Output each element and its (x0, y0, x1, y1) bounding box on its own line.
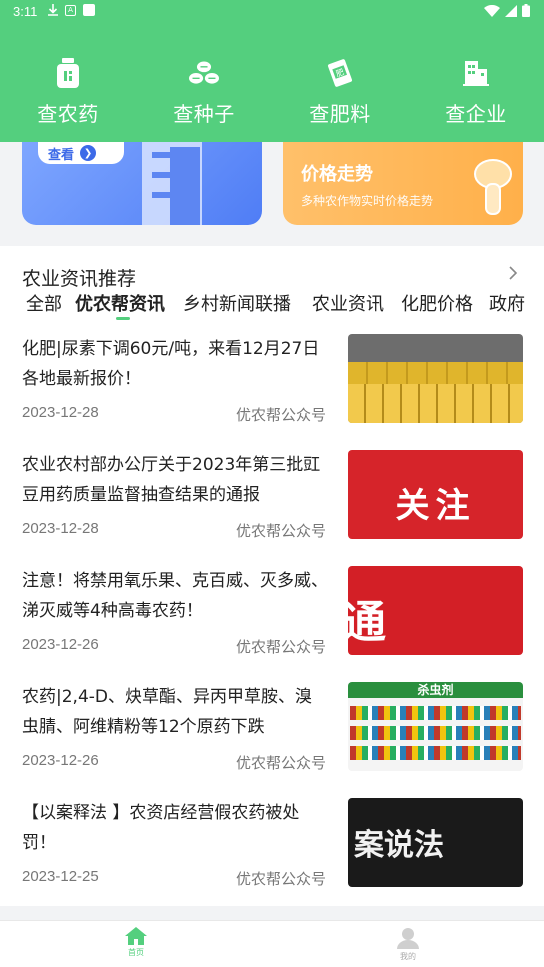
building-icon (461, 58, 491, 88)
thumbnail-text: 案说法 (354, 828, 444, 863)
keyboard-icon: A (65, 4, 76, 16)
news-date: 2023-12-26 (22, 752, 99, 769)
notification-icon (83, 4, 95, 16)
section-title: 农业资讯推荐 (22, 268, 137, 290)
bottom-nav-mine-label: 我的 (400, 952, 416, 961)
news-thumbnail: 案说法 (348, 798, 523, 887)
signal-icon (505, 4, 517, 17)
news-date: 2023-12-26 (22, 636, 99, 653)
banner-left[interactable]: 查看 ❯ (22, 142, 262, 225)
news-item[interactable]: 【以案释法 】农资店经营假农药被处罚！ 2023-12-25 优农帮公众号 案说… (0, 798, 544, 914)
download-icon (48, 4, 58, 16)
banner-area: 查看 ❯ 价格走势 多种农作物实时价格走势 (0, 142, 544, 240)
bottom-nav-mine[interactable]: 我的 (378, 927, 438, 962)
tab-agri-news[interactable]: 农业资讯 (312, 290, 384, 316)
home-icon (125, 927, 147, 945)
news-source: 优农帮公众号 (235, 406, 326, 424)
view-button[interactable]: 查看 ❯ (38, 142, 124, 164)
news-source: 优农帮公众号 (235, 638, 326, 656)
news-date: 2023-12-25 (22, 868, 99, 885)
tab-all[interactable]: 全部 (26, 290, 62, 316)
quick-nav: 查农药 查种子 肥 查肥料 查企业 (0, 58, 544, 128)
status-bar: 3:11 A (0, 0, 544, 24)
news-item[interactable]: 农药|2,4-D、炔草酯、异丙甲草胺、溴虫腈、阿维精粉等12个原药下跌 2023… (0, 682, 544, 798)
nav-label: 查企业 (445, 102, 507, 126)
news-thumbnail: 关注 (348, 450, 523, 539)
nav-label: 查肥料 (309, 102, 371, 126)
news-title: 注意！将禁用氧乐果、克百威、灭多威、涕灭威等4种高毒农药！ (22, 571, 328, 621)
banner-subtitle: 多种农作物实时价格走势 (301, 194, 434, 208)
fertilizer-bag-icon: 肥 (325, 58, 355, 88)
banner-price-trend[interactable]: 价格走势 多种农作物实时价格走势 (283, 142, 523, 225)
pesticide-bottle-icon (53, 58, 83, 88)
thumbnail-text: 通告 (348, 597, 442, 648)
news-source: 优农帮公众号 (235, 870, 326, 888)
news-item[interactable]: 注意！将禁用氧乐果、克百威、灭多威、涕灭威等4种高毒农药！ 2023-12-26… (0, 566, 544, 682)
banner-title: 价格走势 (301, 164, 373, 185)
news-panel: 农业资讯推荐 全部 优农帮资讯 乡村新闻联播 农业资讯 化肥价格 政府 化肥|尿… (0, 246, 544, 906)
news-tabs: 全部 优农帮资讯 乡村新闻联播 农业资讯 化肥价格 政府 (0, 290, 544, 320)
news-title: 农药|2,4-D、炔草酯、异丙甲草胺、溴虫腈、阿维精粉等12个原药下跌 (22, 687, 312, 737)
seeds-icon (189, 58, 219, 88)
news-source: 优农帮公众号 (235, 522, 326, 540)
nav-label: 查农药 (37, 102, 99, 126)
nav-label: 查种子 (173, 102, 235, 126)
news-date: 2023-12-28 (22, 520, 99, 537)
bottom-nav: 首页 我的 (0, 920, 544, 967)
tab-fertilizer-price[interactable]: 化肥价格 (401, 290, 473, 316)
news-thumbnail: 通告 (348, 566, 523, 655)
mushroom-icon (474, 159, 512, 215)
nav-company[interactable]: 查企业 (408, 58, 544, 128)
user-icon (397, 928, 419, 949)
tab-government[interactable]: 政府 (489, 290, 525, 316)
active-tab-indicator (116, 317, 130, 320)
nav-seeds[interactable]: 查种子 (136, 58, 272, 128)
news-date: 2023-12-28 (22, 404, 99, 421)
view-button-label: 查看 (48, 147, 75, 163)
chevron-right-icon[interactable] (506, 264, 520, 282)
bottom-nav-home[interactable]: 首页 (106, 927, 166, 958)
battery-icon (522, 4, 530, 17)
news-title: 化肥|尿素下调60元/吨，来看12月27日各地最新报价！ (22, 339, 320, 389)
news-source: 优农帮公众号 (235, 754, 326, 772)
tab-village-news[interactable]: 乡村新闻联播 (183, 290, 291, 316)
news-item[interactable]: 化肥|尿素下调60元/吨，来看12月27日各地最新报价！ 2023-12-28 … (0, 334, 544, 450)
thumbnail-text: 关注 (395, 486, 476, 526)
chevron-right-icon: ❯ (80, 145, 97, 161)
news-thumbnail: 杀虫剂 (348, 682, 523, 771)
thumbnail-text: 杀虫剂 (348, 682, 523, 698)
nav-pesticide[interactable]: 查农药 (0, 58, 136, 128)
status-time: 3:11 (13, 4, 38, 19)
news-title: 【以案释法 】农资店经营假农药被处罚！ (22, 803, 300, 853)
news-item[interactable]: 农业农村部办公厅关于2023年第三批豇豆用药质量监督抽查结果的通报 2023-1… (0, 450, 544, 566)
news-title: 农业农村部办公厅关于2023年第三批豇豆用药质量监督抽查结果的通报 (22, 455, 321, 505)
nav-fertilizer[interactable]: 肥 查肥料 (272, 58, 408, 128)
tab-younongbang[interactable]: 优农帮资讯 (75, 290, 165, 316)
bottom-nav-home-label: 首页 (128, 948, 144, 957)
wifi-icon (484, 4, 500, 17)
news-thumbnail (348, 334, 523, 423)
header: 3:11 A 查农药 查种子 肥 查肥料 查企业 (0, 0, 544, 142)
